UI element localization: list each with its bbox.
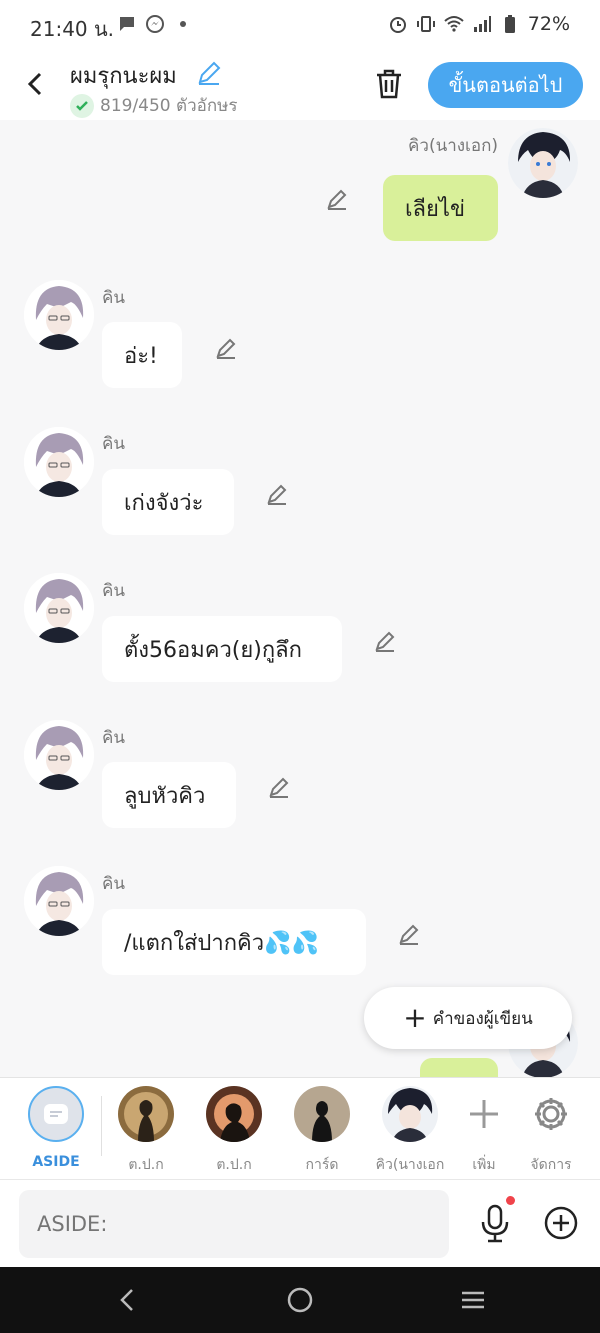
composer bbox=[0, 1179, 600, 1267]
wifi-icon bbox=[444, 16, 464, 32]
character-aside[interactable]: ASIDE bbox=[16, 1086, 96, 1170]
author-note-label: คำของผู้เขียน bbox=[432, 1008, 533, 1029]
manage-characters-button[interactable]: จัดการ bbox=[511, 1086, 591, 1176]
nav-recents-icon[interactable] bbox=[458, 1285, 488, 1315]
character-avatar bbox=[206, 1086, 262, 1142]
nav-home-icon[interactable] bbox=[285, 1285, 315, 1315]
next-step-button[interactable]: ขั้นตอนต่อไป bbox=[428, 62, 583, 108]
speaker-name: คิน bbox=[102, 581, 125, 601]
messenger-icon bbox=[146, 15, 164, 33]
message-bubble[interactable]: เก่งจังว่ะ bbox=[102, 469, 234, 535]
message-bubble-partial bbox=[420, 1058, 498, 1077]
speaker-name: คิว(นางเอก) bbox=[408, 136, 498, 156]
edit-message-pencil-icon[interactable] bbox=[372, 628, 398, 654]
speaker-name: คิน bbox=[102, 874, 125, 894]
recording-dot bbox=[506, 1196, 515, 1205]
character-label: ASIDE bbox=[32, 1154, 80, 1170]
character-label: คิว(นางเอก bbox=[375, 1157, 445, 1173]
character-kiw[interactable]: คิว(นางเอก bbox=[370, 1086, 450, 1176]
character-avatar bbox=[294, 1086, 350, 1142]
character-bar: ASIDE ต.ป.ก ต.ป.ก การ์ด คิว(นางเอก เพิ่ม bbox=[0, 1077, 600, 1179]
signal-icon bbox=[473, 16, 491, 32]
message-bubble[interactable]: อ่ะ! bbox=[102, 322, 182, 388]
character-avatar bbox=[382, 1086, 438, 1142]
char-count: 819/450 ตัวอักษร bbox=[70, 92, 237, 119]
edit-message-pencil-icon[interactable] bbox=[396, 921, 422, 947]
nav-back-icon[interactable] bbox=[113, 1285, 143, 1315]
avatar-kiw[interactable] bbox=[508, 128, 578, 198]
chat-bubble-icon bbox=[120, 17, 134, 31]
avatar-kin[interactable] bbox=[24, 720, 94, 790]
message-bubble[interactable]: /แตกใส่ปากคิว💦💦 bbox=[102, 909, 366, 975]
edit-title-pencil-icon[interactable] bbox=[196, 60, 222, 86]
battery-icon bbox=[504, 15, 515, 33]
status-bar: 21:40 น. 72% bbox=[0, 0, 600, 50]
gear-icon bbox=[535, 1098, 567, 1130]
avatar-kin[interactable] bbox=[24, 866, 94, 936]
edit-message-pencil-icon[interactable] bbox=[213, 335, 239, 361]
plus-icon bbox=[470, 1100, 498, 1128]
status-time: 21:40 น. bbox=[30, 17, 115, 41]
character-guard[interactable]: การ์ด bbox=[282, 1086, 362, 1176]
avatar-kin[interactable] bbox=[24, 280, 94, 350]
edit-message-pencil-icon[interactable] bbox=[266, 774, 292, 800]
back-arrow-icon[interactable] bbox=[22, 68, 50, 100]
chat-area: คิว(นางเอก) เลียไข่ คิน อ่ะ! คิน เก่งจัง… bbox=[0, 120, 600, 1077]
system-nav-bar bbox=[0, 1267, 600, 1333]
add-circle-icon[interactable] bbox=[544, 1206, 578, 1240]
divider bbox=[101, 1096, 102, 1156]
character-tpk-1[interactable]: ต.ป.ก bbox=[106, 1086, 186, 1176]
speaker-name: คิน bbox=[102, 434, 125, 454]
speaker-name: คิน bbox=[102, 728, 125, 748]
character-tpk-2[interactable]: ต.ป.ก bbox=[194, 1086, 274, 1176]
edit-message-pencil-icon[interactable] bbox=[324, 186, 350, 212]
aside-icon bbox=[28, 1086, 84, 1142]
author-note-button[interactable]: + คำของผู้เขียน bbox=[364, 987, 572, 1049]
character-label: การ์ด bbox=[305, 1157, 339, 1173]
trash-icon[interactable] bbox=[374, 68, 404, 100]
plus-icon: + bbox=[403, 1001, 427, 1034]
dot-icon bbox=[180, 21, 186, 27]
speaker-name: คิน bbox=[102, 288, 125, 308]
page-title: ผมรุกนะผม bbox=[70, 64, 177, 89]
message-input[interactable] bbox=[19, 1190, 449, 1258]
edit-message-pencil-icon[interactable] bbox=[264, 481, 290, 507]
character-avatar bbox=[118, 1086, 174, 1142]
message-bubble[interactable]: ลูบหัวคิว bbox=[102, 762, 236, 828]
battery-percent: 72% bbox=[527, 13, 570, 35]
editor-header: ผมรุกนะผม 819/450 ตัวอักษร ขั้นตอนต่อไป bbox=[0, 50, 600, 120]
character-label: ต.ป.ก bbox=[128, 1157, 164, 1173]
alarm-icon bbox=[389, 17, 406, 33]
avatar-kin[interactable] bbox=[24, 427, 94, 497]
check-icon bbox=[70, 93, 94, 118]
manage-label: จัดการ bbox=[530, 1157, 572, 1173]
char-count-text: 819/450 ตัวอักษร bbox=[100, 96, 238, 116]
message-bubble[interactable]: ตั้ง56อมคว(ย)กูลึก bbox=[102, 616, 342, 682]
microphone-icon[interactable] bbox=[480, 1204, 510, 1244]
character-label: ต.ป.ก bbox=[216, 1157, 252, 1173]
message-bubble[interactable]: เลียไข่ bbox=[383, 175, 498, 241]
vibrate-icon bbox=[416, 16, 435, 32]
avatar-kin[interactable] bbox=[24, 573, 94, 643]
